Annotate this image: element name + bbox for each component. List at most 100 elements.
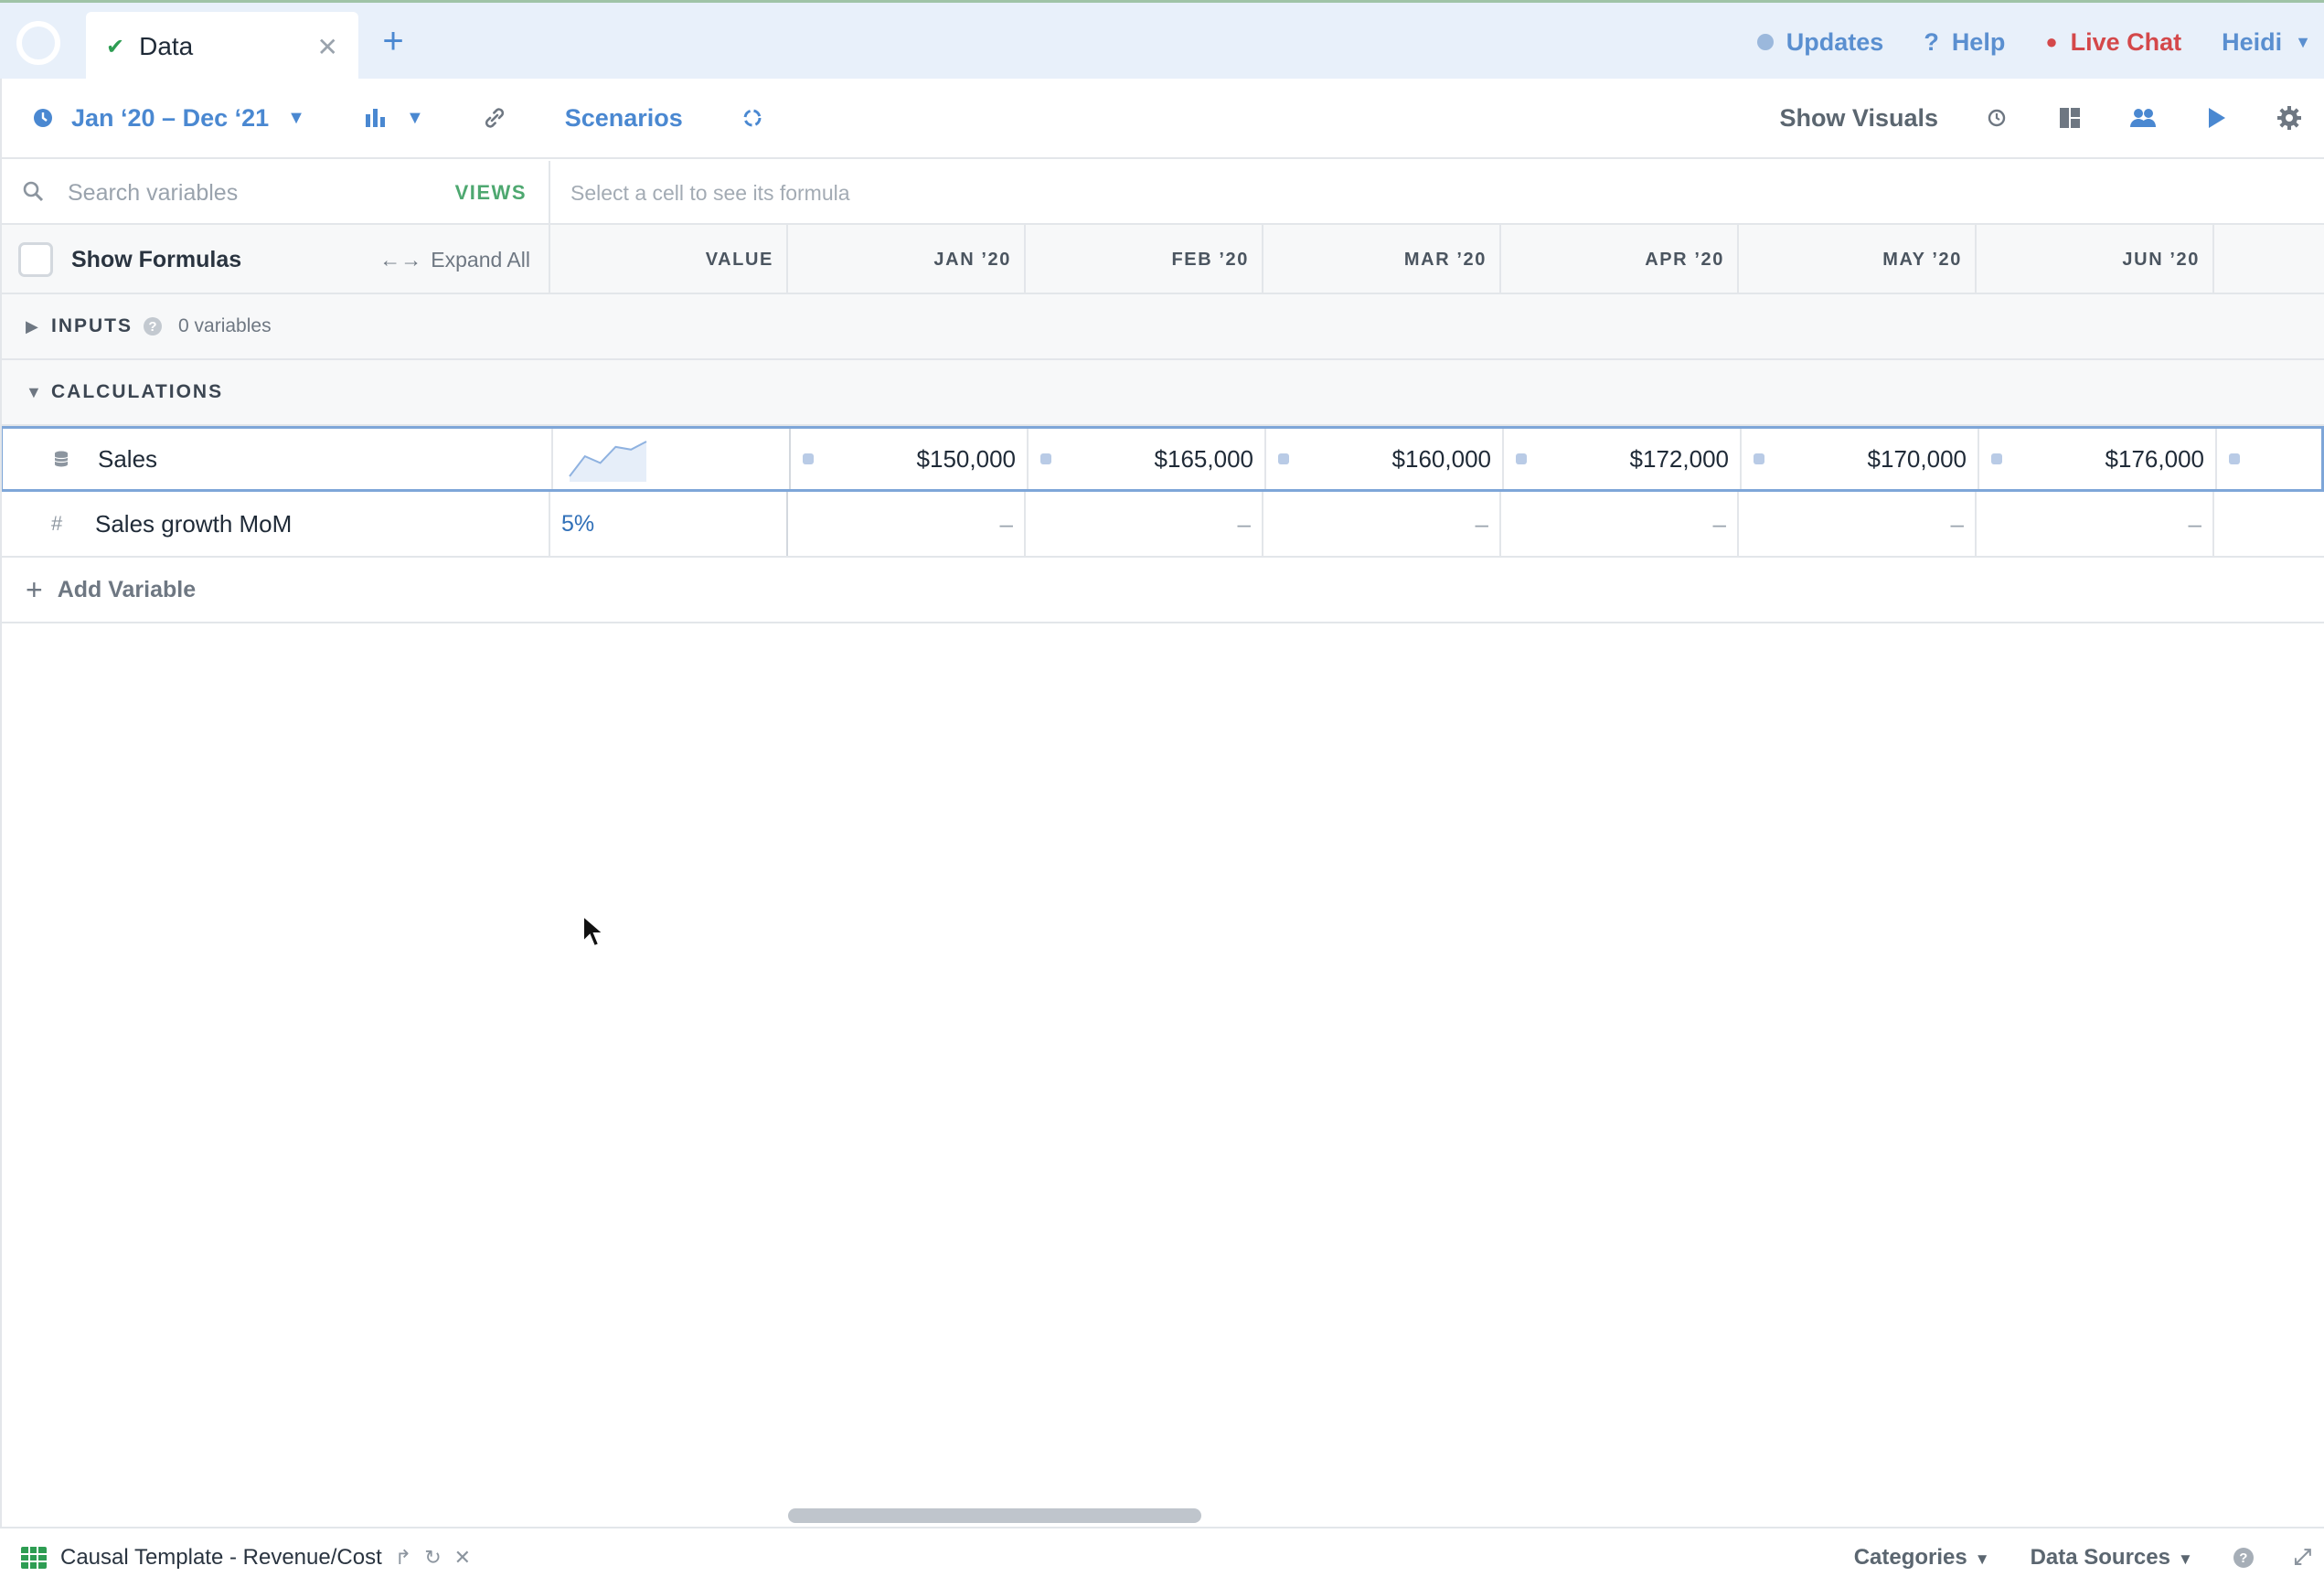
user-menu[interactable]: Heidi ▼ <box>2222 28 2311 57</box>
new-tab-button[interactable]: + <box>375 23 411 59</box>
caret-down-icon: ▼ <box>2295 32 2311 51</box>
triangle-right-icon[interactable]: ▶ <box>26 317 51 336</box>
database-icon <box>1039 453 1052 465</box>
section-label: CALCULATIONS <box>51 381 224 402</box>
caret-down-icon[interactable]: ▼ <box>287 108 305 129</box>
data-cell[interactable]: $165,000 <box>1029 429 1266 489</box>
data-cell[interactable]: – <box>1739 492 1977 556</box>
column-header-month[interactable]: JUN ’20 <box>1977 225 2214 294</box>
column-header-month[interactable]: JAN ’20 <box>788 225 1026 294</box>
play-icon[interactable] <box>2201 103 2231 133</box>
gear-icon[interactable] <box>2275 103 2304 133</box>
tab-bar: ✔ Data ✕ + Updates ? Help ● Live Chat He… <box>0 0 2324 81</box>
column-header-month[interactable]: FEB ’20 <box>1026 225 1263 294</box>
updates-dot-icon <box>1756 34 1774 50</box>
value-cell[interactable] <box>553 429 791 489</box>
sync-icon[interactable] <box>741 107 763 129</box>
toolbar: Jan ‘20 – Dec ‘21 ▼ ▼ Scenarios Show Vis… <box>0 79 2324 159</box>
data-cell[interactable]: $172,000 <box>1504 429 1742 489</box>
cell-value: $170,000 <box>1867 444 1967 473</box>
spreadsheet-icon <box>20 1546 48 1570</box>
column-header-month[interactable]: MAR ’20 <box>1263 225 1501 294</box>
app-logo-icon[interactable] <box>16 21 60 65</box>
search-input[interactable] <box>53 178 455 208</box>
variable-name[interactable]: Sales growth MoM <box>95 510 292 538</box>
live-chat-label: Live Chat <box>2070 27 2182 56</box>
cell-value: $165,000 <box>1154 444 1253 473</box>
layout-icon[interactable] <box>2055 103 2084 133</box>
section-calculations[interactable]: ▼ CALCULATIONS <box>0 360 2324 426</box>
categories-dropdown[interactable]: Categories ▼ <box>1854 1545 1990 1571</box>
data-cell[interactable]: – <box>1026 492 1263 556</box>
help-icon[interactable]: ? <box>144 317 163 336</box>
grid-header: Show Formulas ←→ Expand All VALUE JAN ’2… <box>0 225 2324 294</box>
data-sources-label: Data Sources <box>2030 1545 2170 1570</box>
scenarios-button[interactable]: Scenarios <box>565 104 683 133</box>
triangle-down-icon[interactable]: ▼ <box>26 383 51 402</box>
expand-all-button[interactable]: ←→ Expand All <box>379 248 530 272</box>
section-inputs[interactable]: ▶ INPUTS ? 0 variables <box>0 294 2324 360</box>
check-icon: ✔ <box>106 34 125 59</box>
data-cell[interactable]: $150,000 <box>791 429 1029 489</box>
cell-value: – <box>1712 509 1726 538</box>
data-sources-dropdown[interactable]: Data Sources ▼ <box>2031 1545 2193 1571</box>
column-header-month[interactable]: MAY ’20 <box>1739 225 1977 294</box>
formula-bar[interactable]: Select a cell to see its formula <box>570 161 850 225</box>
data-cell[interactable]: – <box>1263 492 1501 556</box>
close-icon[interactable]: ✕ <box>317 32 338 62</box>
caret-down-icon: ▼ <box>2177 1550 2193 1568</box>
hash-icon: # <box>51 512 63 535</box>
variable-name[interactable]: Sales <box>98 445 157 474</box>
database-icon <box>1515 453 1528 465</box>
expand-icon[interactable]: ⤢ <box>2294 1545 2311 1571</box>
cell-value: – <box>1237 509 1251 538</box>
help-icon[interactable]: ? <box>2233 1548 2254 1568</box>
cell-value: – <box>2188 509 2201 538</box>
cell-value: $160,000 <box>1391 444 1491 473</box>
show-formulas-checkbox[interactable] <box>18 242 53 277</box>
history-icon[interactable] <box>1982 103 2011 133</box>
date-range-selector[interactable]: Jan ‘20 – Dec ‘21 <box>71 104 269 133</box>
bar-chart-icon[interactable] <box>364 107 388 129</box>
caret-down-icon[interactable]: ▼ <box>406 108 424 129</box>
data-cell[interactable]: $170,000 <box>1742 429 1979 489</box>
data-cell[interactable]: – <box>788 492 1026 556</box>
table-row[interactable]: Sales $150,000 $165,000 $160,000 $172,00… <box>0 426 2324 492</box>
cell-value: $176,000 <box>2105 444 2204 473</box>
link-icon[interactable] <box>483 106 506 130</box>
users-icon[interactable] <box>2128 103 2158 133</box>
tab-data[interactable]: ✔ Data ✕ <box>86 12 358 81</box>
updates-label: Updates <box>1786 27 1884 56</box>
share-arrow-icon[interactable]: ↱ <box>395 1546 411 1570</box>
help-link[interactable]: ? Help <box>1924 28 2005 57</box>
cell-value: $172,000 <box>1629 444 1729 473</box>
data-cell[interactable]: – <box>1977 492 2214 556</box>
cell-value: – <box>999 509 1013 538</box>
value-cell[interactable]: 5% <box>550 492 788 556</box>
show-visuals-button[interactable]: Show Visuals <box>1779 104 1938 133</box>
clock-icon <box>33 108 53 128</box>
data-cell[interactable]: $176,000 <box>1979 429 2217 489</box>
database-icon <box>802 453 815 465</box>
data-cell[interactable]: $160,000 <box>1266 429 1504 489</box>
sheet-name[interactable]: Causal Template - Revenue/Cost <box>60 1545 382 1571</box>
close-icon[interactable]: ✕ <box>454 1546 471 1570</box>
updates-link[interactable]: Updates <box>1756 27 1884 57</box>
mouse-cursor-icon <box>582 914 605 948</box>
data-cell[interactable] <box>2217 429 2324 489</box>
database-icon <box>2228 453 2241 465</box>
value-text: 5% <box>561 510 595 537</box>
data-cell[interactable] <box>2214 492 2324 556</box>
cell-value: – <box>1950 509 1964 538</box>
expand-all-label: Expand All <box>431 247 530 272</box>
column-header-month[interactable]: APR ’20 <box>1501 225 1739 294</box>
live-chat-link[interactable]: ● Live Chat <box>2045 28 2181 57</box>
add-variable-button[interactable]: + Add Variable <box>0 558 2324 623</box>
data-cell[interactable]: – <box>1501 492 1739 556</box>
table-row[interactable]: # Sales growth MoM 5% – – – – – – <box>0 492 2324 558</box>
refresh-icon[interactable]: ↻ <box>424 1546 441 1570</box>
views-button[interactable]: VIEWS <box>455 181 527 205</box>
plus-icon: + <box>26 572 43 606</box>
database-icon <box>1753 453 1765 465</box>
horizontal-scrollbar[interactable] <box>788 1508 1201 1523</box>
